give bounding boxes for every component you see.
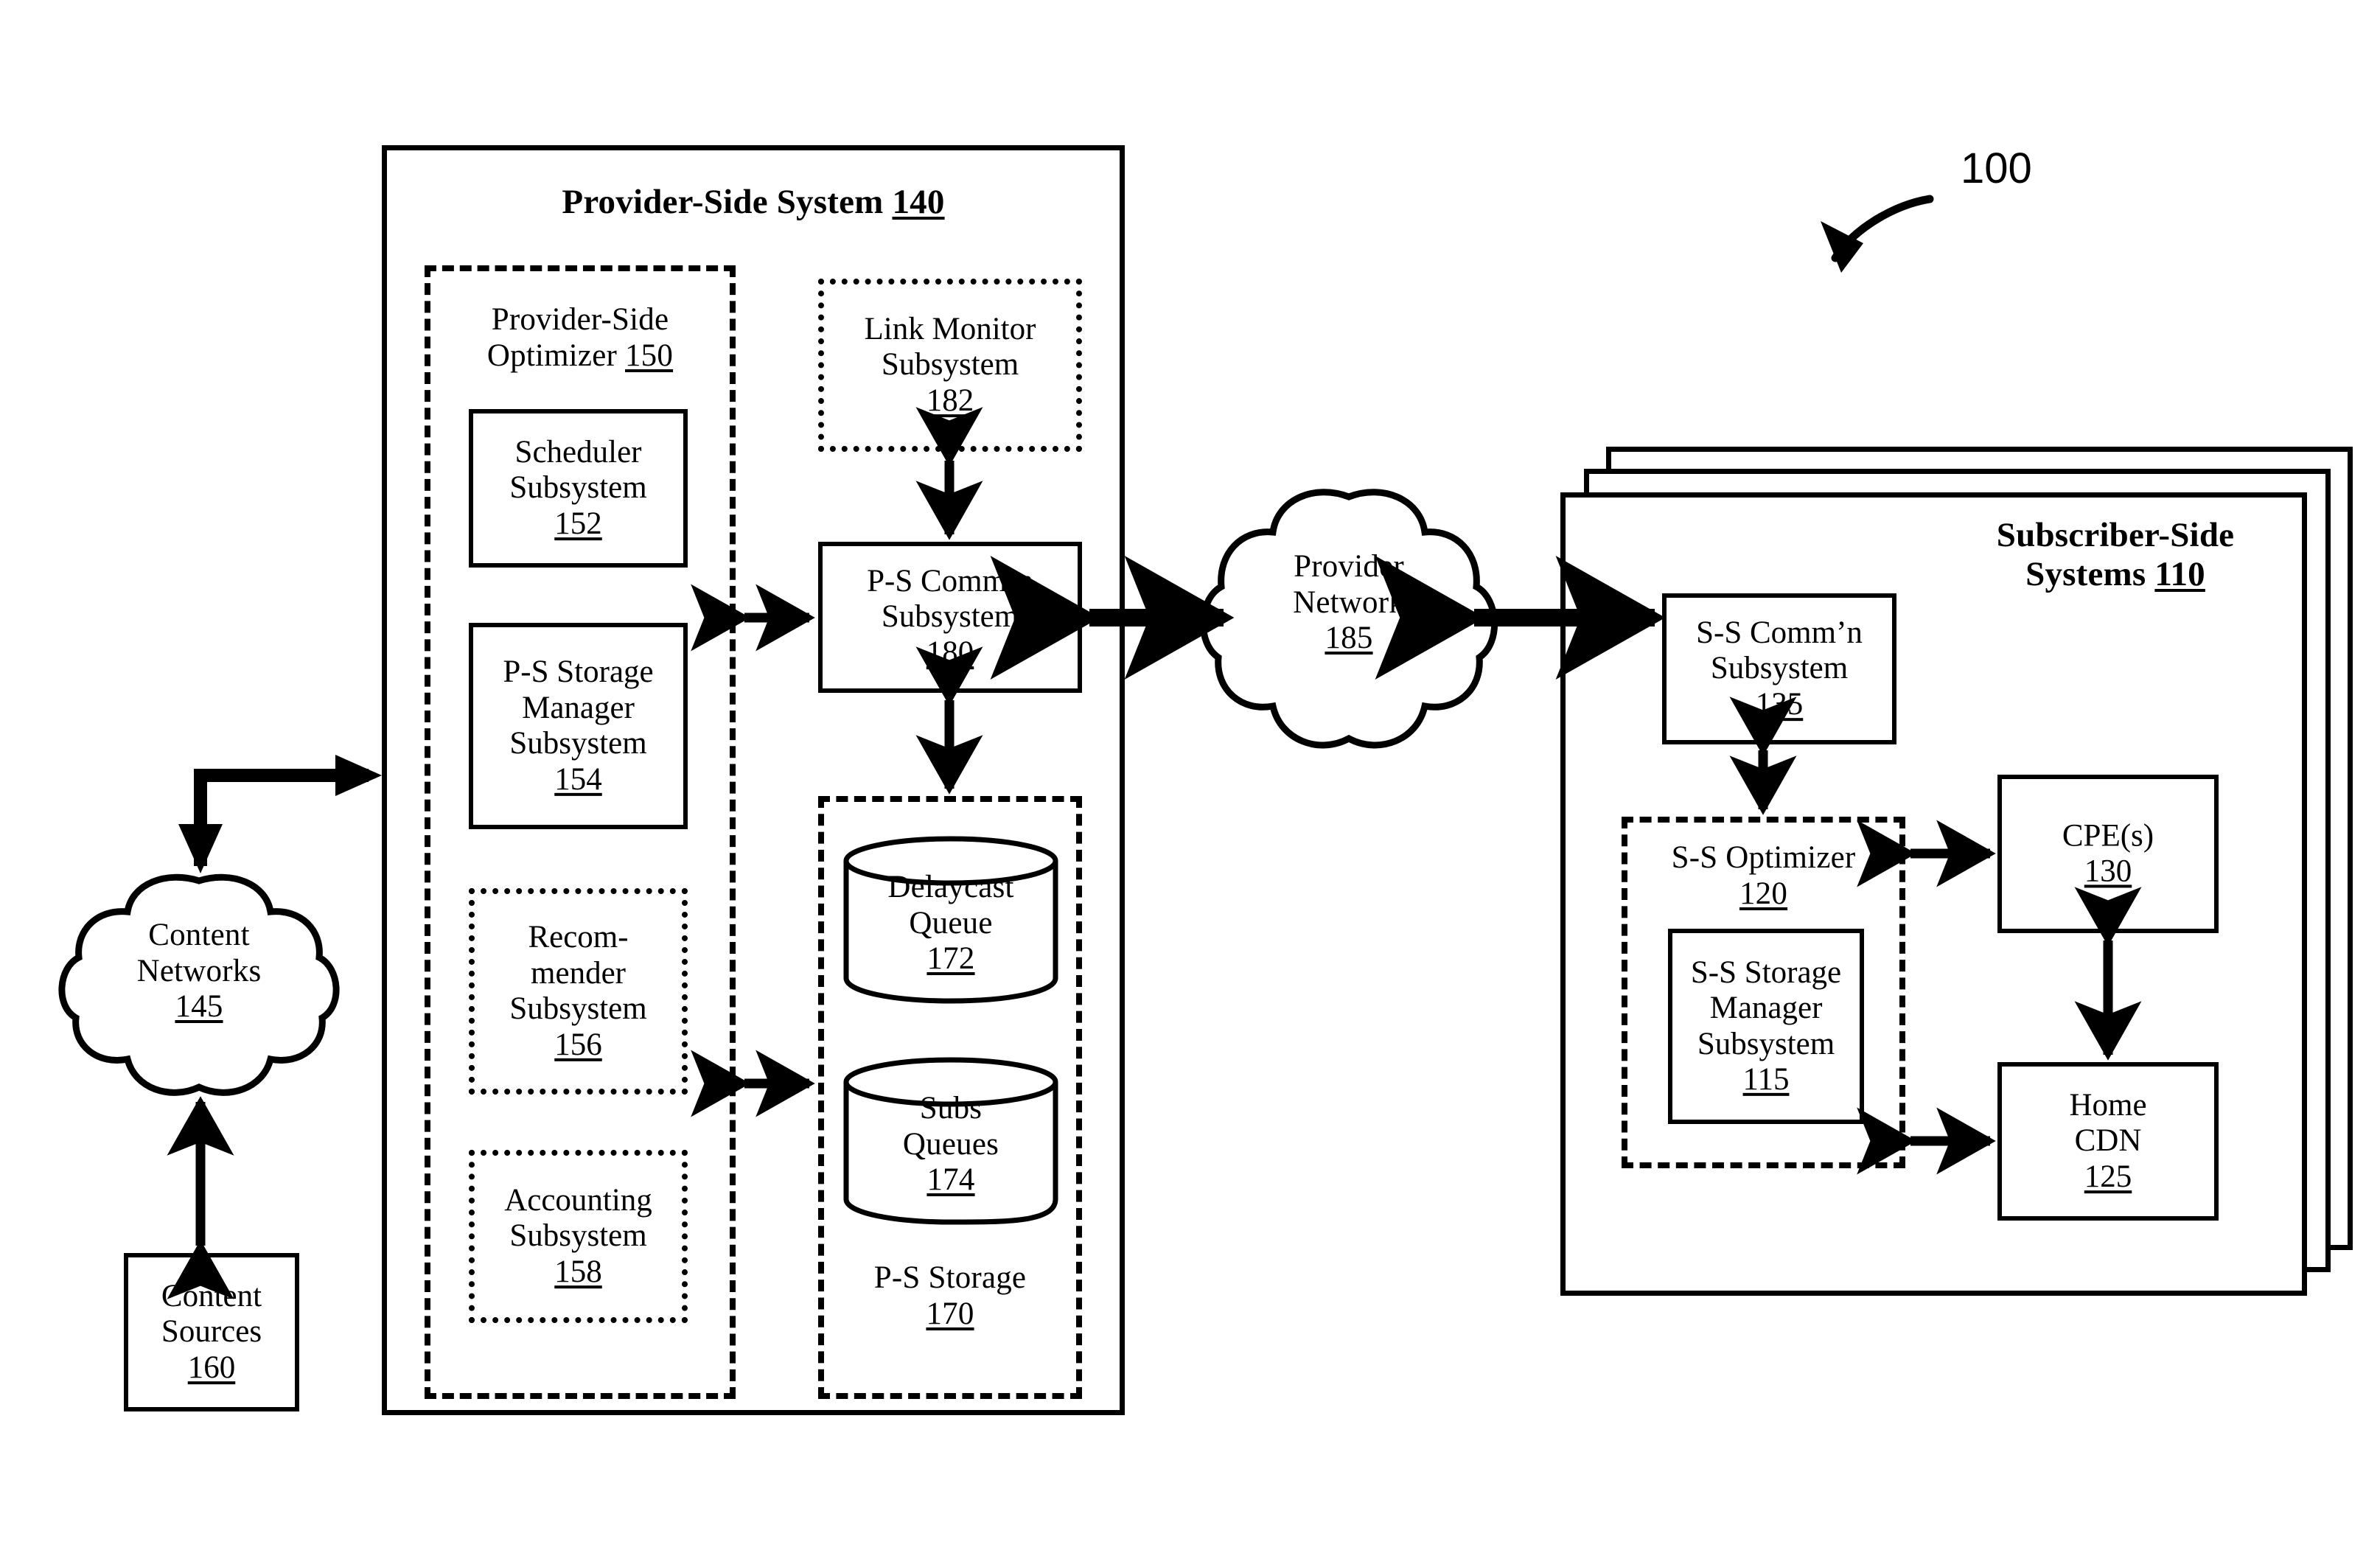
subscriber-side-systems-title: Subscriber-Side Systems 110	[1938, 516, 2292, 594]
content-networks-ref: 145	[175, 989, 223, 1025]
subs-queues-label: Subs Queues 174	[842, 1091, 1060, 1198]
recommender-line-0: Recom-	[528, 919, 629, 955]
ss-storage-manager-line-1: Manager	[1709, 990, 1823, 1025]
ss-storage-manager-ref: 115	[1742, 1062, 1790, 1097]
provider-network-label: Provider Network 185	[1220, 549, 1478, 657]
ps-storage-manager-subsystem-box: P-S Storage Manager Subsystem 154	[469, 623, 688, 829]
delaycast-queue-label: Delaycast Queue 172	[842, 870, 1060, 977]
provider-side-optimizer-title: Provider-Side Optimizer 150	[425, 302, 736, 374]
ss-comm-subsystem-box: S-S Comm’n Subsystem 135	[1662, 593, 1896, 744]
ss-storage-manager-label: S-S Storage Manager Subsystem 115	[1672, 955, 1860, 1097]
recommender-line-1: mender	[531, 955, 626, 991]
link-monitor-line-1: Subsystem	[881, 347, 1019, 383]
accounting-line-1: Subsystem	[509, 1218, 647, 1254]
ps-comm-subsystem-label: P-S Comm’n Subsystem 180	[823, 564, 1078, 671]
ps-comm-ref: 180	[926, 635, 974, 670]
content-networks-line-1: Networks	[136, 953, 262, 988]
home-cdn-ref: 125	[2084, 1159, 2132, 1194]
subs-queues-line-0: Subs	[919, 1091, 983, 1126]
recommender-ref: 156	[554, 1027, 602, 1062]
subscriber-side-systems-ref: 110	[2154, 555, 2205, 594]
scheduler-subsystem-label: Scheduler Subsystem 152	[473, 435, 683, 542]
provider-network-line-1: Network	[1293, 584, 1405, 620]
recommender-subsystem-box: Recom- mender Subsystem 156	[469, 888, 688, 1095]
ps-comm-line-1: Subsystem	[881, 599, 1019, 635]
ss-comm-line-0: S-S Comm’n	[1696, 615, 1863, 650]
provider-side-optimizer-title-line2: Optimizer	[486, 338, 618, 373]
ss-optimizer-title-text: S-S Optimizer	[1671, 840, 1856, 875]
accounting-line-0: Accounting	[504, 1182, 652, 1218]
delaycast-queue-line-0: Delaycast	[887, 870, 1014, 904]
delaycast-queue-line-1: Queue	[909, 905, 993, 940]
provider-network-line-0: Provider	[1294, 549, 1404, 584]
subscriber-side-systems-title-line2: Systems	[2025, 555, 2146, 594]
recommender-subsystem-label: Recom- mender Subsystem 156	[475, 920, 682, 1063]
patent-figure: 100 Provider-Side System 140 Provider-Si…	[0, 0, 2380, 1553]
content-sources-line-1: Sources	[161, 1314, 262, 1350]
ps-storage-manager-line-2: Subsystem	[509, 726, 647, 761]
ps-storage-title: P-S Storage 170	[818, 1260, 1082, 1332]
content-networks-label: Content Networks 145	[70, 918, 328, 1025]
scheduler-subsystem-box: Scheduler Subsystem 152	[469, 409, 688, 568]
scheduler-subsystem-ref: 152	[554, 506, 602, 541]
content-sources-ref: 160	[187, 1350, 236, 1385]
provider-side-system-ref: 140	[892, 183, 945, 221]
cpe-box: CPE(s) 130	[1997, 775, 2219, 933]
accounting-subsystem-label: Accounting Subsystem 158	[475, 1183, 682, 1291]
link-monitor-line-0: Link Monitor	[864, 311, 1036, 346]
ss-comm-line-1: Subsystem	[1710, 651, 1849, 686]
ps-storage-title-text: P-S Storage	[873, 1260, 1027, 1295]
content-networks-line-0: Content	[148, 918, 250, 952]
link-monitor-subsystem-label: Link Monitor Subsystem 182	[824, 312, 1076, 419]
accounting-subsystem-box: Accounting Subsystem 158	[469, 1150, 688, 1323]
ps-storage-manager-line-0: P-S Storage	[503, 654, 654, 689]
ps-storage-manager-subsystem-label: P-S Storage Manager Subsystem 154	[473, 655, 683, 798]
provider-side-optimizer-title-line1: Provider-Side	[491, 302, 669, 337]
home-cdn-line-1: CDN	[2074, 1123, 2142, 1159]
figure-reference-label: 100	[1961, 144, 2032, 192]
cpe-ref: 130	[2084, 854, 2132, 889]
ps-comm-line-0: P-S Comm’n	[867, 563, 1033, 598]
provider-side-system-title-text: Provider-Side System	[562, 183, 884, 221]
provider-network-ref: 185	[1325, 621, 1373, 656]
delaycast-queue-ref: 172	[926, 941, 975, 977]
scheduler-subsystem-line-1: Subsystem	[509, 470, 647, 506]
recommender-line-2: Subsystem	[509, 991, 647, 1026]
ps-storage-manager-ref: 154	[554, 761, 602, 797]
accounting-ref: 158	[554, 1254, 602, 1289]
ss-storage-manager-line-0: S-S Storage	[1690, 955, 1842, 990]
scheduler-subsystem-line-0: Scheduler	[514, 434, 642, 470]
cpe-label: CPE(s) 130	[2002, 818, 2214, 890]
ss-storage-manager-subsystem-box: S-S Storage Manager Subsystem 115	[1668, 929, 1864, 1124]
ps-comm-subsystem-box: P-S Comm’n Subsystem 180	[818, 542, 1082, 693]
content-sources-label: Content Sources 160	[128, 1279, 295, 1386]
subs-queues-ref: 174	[926, 1162, 975, 1198]
subscriber-side-systems-title-line1: Subscriber-Side	[1996, 516, 2235, 554]
subs-queues-line-1: Queues	[902, 1126, 999, 1162]
home-cdn-box: Home CDN 125	[1997, 1062, 2219, 1221]
provider-side-system-title: Provider-Side System 140	[382, 183, 1125, 222]
provider-side-optimizer-ref: 150	[624, 338, 674, 373]
ps-storage-manager-line-1: Manager	[522, 690, 635, 725]
cpe-line-0: CPE(s)	[2062, 817, 2154, 853]
content-sources-line-0: Content	[161, 1278, 262, 1313]
ss-comm-ref: 135	[1755, 686, 1804, 722]
ss-storage-manager-line-2: Subsystem	[1697, 1026, 1835, 1061]
ss-comm-subsystem-label: S-S Comm’n Subsystem 135	[1667, 615, 1892, 723]
home-cdn-line-0: Home	[2069, 1087, 2147, 1123]
ss-optimizer-ref: 120	[1739, 876, 1788, 911]
ss-optimizer-title: S-S Optimizer 120	[1622, 840, 1905, 912]
arrow-content-networks-to-provider-side-system	[178, 755, 382, 873]
content-sources-box: Content Sources 160	[124, 1253, 299, 1411]
link-monitor-subsystem-box: Link Monitor Subsystem 182	[818, 279, 1082, 452]
home-cdn-label: Home CDN 125	[2002, 1088, 2214, 1196]
ps-storage-ref: 170	[926, 1296, 974, 1331]
link-monitor-ref: 182	[926, 383, 974, 418]
